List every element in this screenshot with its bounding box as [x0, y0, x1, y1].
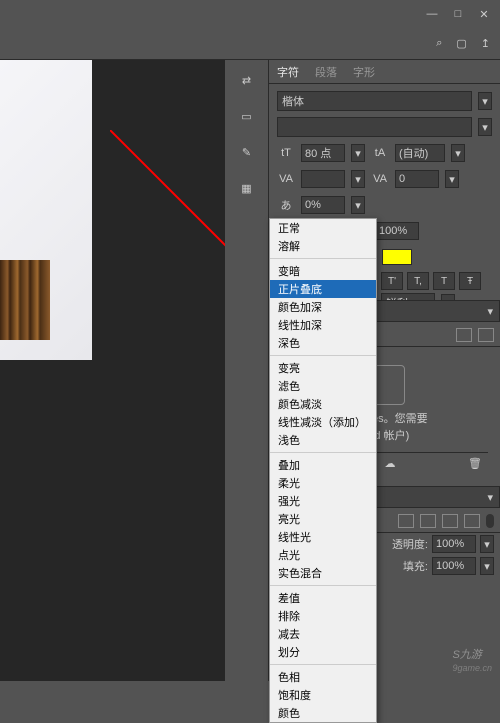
- blend-item[interactable]: 线性光: [270, 528, 376, 546]
- tracking-label: VA: [371, 173, 389, 185]
- blend-item[interactable]: 差值: [270, 589, 376, 607]
- color-swatch[interactable]: [382, 249, 412, 265]
- kerning-label: VA: [277, 173, 295, 185]
- share-icon[interactable]: ↥: [481, 37, 490, 50]
- blend-item[interactable]: 强光: [270, 492, 376, 510]
- fill-dropdown[interactable]: ▾: [480, 557, 494, 575]
- tracking-input[interactable]: 0: [395, 170, 439, 188]
- fill-input[interactable]: 100%: [432, 557, 476, 575]
- panel-tabs: 字符 段落 字形: [269, 60, 500, 84]
- blend-item[interactable]: 线性减淡（添加）: [270, 413, 376, 431]
- kerning-dropdown[interactable]: ▾: [351, 170, 365, 188]
- blend-item[interactable]: 正常: [270, 219, 376, 237]
- blend-item[interactable]: 实色混合: [270, 564, 376, 582]
- blend-item[interactable]: 变亮: [270, 359, 376, 377]
- minimize-button[interactable]: —: [420, 4, 444, 24]
- filter-icon[interactable]: [442, 514, 458, 528]
- font-dropdown-icon[interactable]: ▾: [478, 92, 492, 110]
- kerning-input[interactable]: [301, 170, 345, 188]
- search-icon[interactable]: ⌕: [436, 37, 442, 50]
- blend-item[interactable]: 减去: [270, 625, 376, 643]
- scale-dropdown[interactable]: ▾: [351, 196, 365, 214]
- scale-label: あ: [277, 197, 295, 213]
- maximize-button[interactable]: □: [446, 4, 470, 24]
- style-sub[interactable]: T,: [407, 272, 429, 290]
- list-view-icon[interactable]: [478, 328, 494, 342]
- font-size-input[interactable]: 80 点: [301, 144, 345, 162]
- opacity-dropdown[interactable]: ▾: [480, 535, 494, 553]
- filter-toggle[interactable]: [486, 514, 494, 528]
- leading-dropdown[interactable]: ▾: [451, 144, 465, 162]
- font-size-label: tT: [277, 147, 295, 159]
- blend-item[interactable]: 排除: [270, 607, 376, 625]
- blend-item[interactable]: 点光: [270, 546, 376, 564]
- font-style-select[interactable]: [277, 117, 472, 137]
- tab-paragraph[interactable]: 段落: [315, 64, 337, 80]
- leading-input[interactable]: (自动): [395, 144, 445, 162]
- filter-icon[interactable]: [420, 514, 436, 528]
- filter-icon[interactable]: [464, 514, 480, 528]
- cloud-icon[interactable]: ☁: [385, 457, 396, 470]
- blend-item[interactable]: 线性加深: [270, 316, 376, 334]
- font-style-dropdown-icon[interactable]: ▾: [478, 118, 492, 136]
- tab-glyph[interactable]: 字形: [353, 64, 375, 80]
- close-button[interactable]: ✕: [472, 4, 496, 24]
- blend-item-selected[interactable]: 正片叠底: [270, 280, 376, 298]
- style-underline[interactable]: T: [433, 272, 455, 290]
- blend-item[interactable]: 亮光: [270, 510, 376, 528]
- blend-item[interactable]: 叠加: [270, 456, 376, 474]
- brush-icon[interactable]: ✎: [235, 140, 259, 164]
- canvas-object: [0, 260, 50, 340]
- swap-icon[interactable]: ⇄: [235, 68, 259, 92]
- trash-icon[interactable]: 🗑: [468, 457, 482, 470]
- opacity-input[interactable]: 100%: [432, 535, 476, 553]
- opacity-label: 透明度:: [392, 536, 428, 552]
- panels-icon[interactable]: ▢: [456, 37, 466, 50]
- blend-item[interactable]: 色相: [270, 668, 376, 686]
- blend-item[interactable]: 颜色加深: [270, 298, 376, 316]
- size-dropdown[interactable]: ▾: [351, 144, 365, 162]
- scale-input[interactable]: 0%: [301, 196, 345, 214]
- blend-item[interactable]: 浅色: [270, 431, 376, 449]
- blend-item[interactable]: 颜色: [270, 704, 376, 722]
- tracking-dropdown[interactable]: ▾: [445, 170, 459, 188]
- leading-label: tA: [371, 147, 389, 159]
- style-super[interactable]: T': [381, 272, 403, 290]
- file-icon[interactable]: ▭: [235, 104, 259, 128]
- hscale-input[interactable]: 100%: [375, 222, 419, 240]
- grid-view-icon[interactable]: [456, 328, 472, 342]
- blend-item[interactable]: 变暗: [270, 262, 376, 280]
- blend-item[interactable]: 柔光: [270, 474, 376, 492]
- canvas-background: [0, 60, 92, 360]
- blend-item[interactable]: 滤色: [270, 377, 376, 395]
- table-icon[interactable]: ▦: [235, 176, 259, 200]
- tools-strip: ⇄ ▭ ✎ ▦: [225, 60, 269, 681]
- filter-icon[interactable]: [398, 514, 414, 528]
- blend-item[interactable]: 深色: [270, 334, 376, 352]
- watermark: S九游 9game.cn: [452, 642, 492, 673]
- blend-item[interactable]: 溶解: [270, 237, 376, 255]
- blend-item[interactable]: 颜色减淡: [270, 395, 376, 413]
- font-family-select[interactable]: 楷体: [277, 91, 472, 111]
- blend-item[interactable]: 饱和度: [270, 686, 376, 704]
- fill-label: 填充:: [403, 558, 428, 574]
- blend-item[interactable]: 划分: [270, 643, 376, 661]
- tab-character[interactable]: 字符: [277, 64, 299, 80]
- blend-mode-dropdown: 正常 溶解 变暗 正片叠底 颜色加深 线性加深 深色 变亮 滤色 颜色减淡 线性…: [269, 218, 377, 723]
- style-strike[interactable]: Ŧ: [459, 272, 481, 290]
- canvas[interactable]: [0, 60, 225, 681]
